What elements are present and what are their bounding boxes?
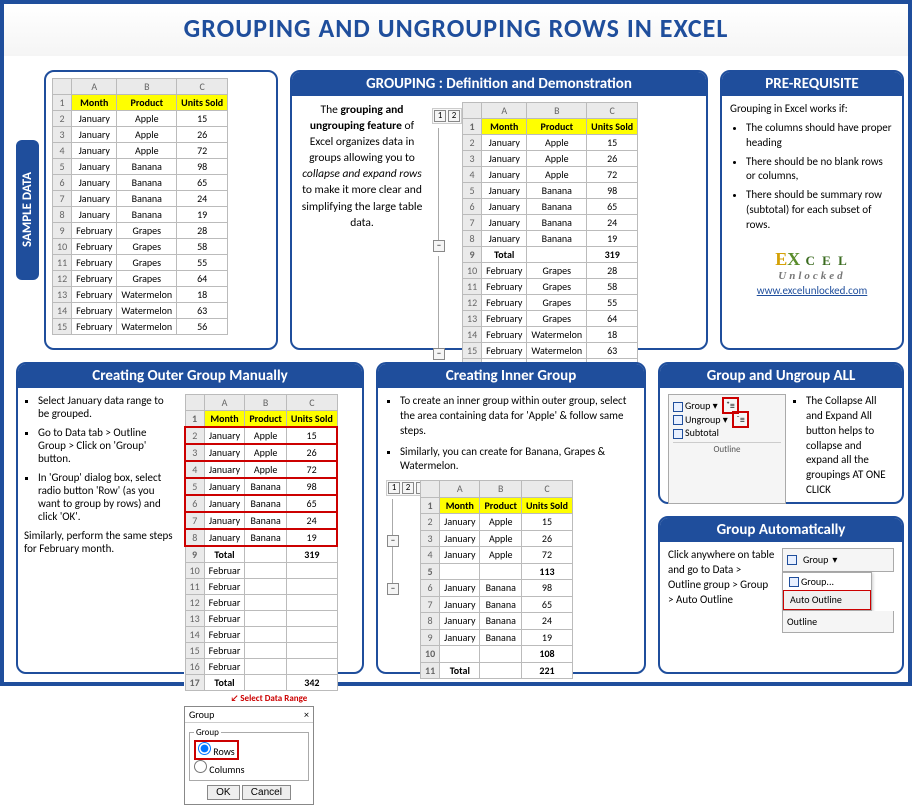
panel-title-outer: Creating Outer Group Manually	[18, 364, 362, 388]
menu-group[interactable]: Group...	[783, 573, 871, 591]
dialog-title: Group	[189, 708, 214, 721]
page-title: GROUPING AND UNGROUPING ROWS IN EXCEL	[4, 12, 908, 44]
select-data-range-note: ↙ Select Data Range	[184, 693, 354, 704]
outer-note: Similarly, perform the same steps for Fe…	[24, 529, 176, 555]
ribbon-section-label: Outline	[673, 442, 781, 456]
panel-title-inner: Creating Inner Group	[378, 364, 644, 388]
prereq-item: There should be summary row (subtotal) f…	[746, 188, 894, 233]
website-link[interactable]: www.excelunlocked.com	[757, 284, 868, 297]
all-desc: The Collapse All and Expand All button h…	[806, 394, 894, 498]
ribbon-ungroup[interactable]: Ungroup	[685, 413, 720, 426]
inner-steps: To create an inner group within outer gr…	[386, 394, 636, 474]
list-item: To create an inner group within outer gr…	[400, 394, 636, 439]
cancel-button[interactable]: Cancel	[242, 785, 291, 800]
outline-collapse-button-2[interactable]: −	[433, 348, 445, 360]
panel-sample-data: ABC1MonthProductUnits Sold2JanuaryApple1…	[44, 70, 278, 350]
menu-auto-outline[interactable]: Auto Outline	[783, 590, 871, 610]
ribbon-subtotal[interactable]: Subtotal	[685, 426, 719, 439]
outer-selection-table: ABC1MonthProductUnits Sold2JanuaryApple1…	[184, 394, 338, 691]
collapse-button[interactable]: −	[387, 535, 399, 547]
auto-desc: Click anywhere on table and go to Data >…	[668, 548, 776, 633]
group-dropdown-button[interactable]: Group ▾	[782, 548, 894, 572]
excel-unlocked-logo: EX C E LUnlocked	[730, 247, 894, 284]
ok-button[interactable]: OK	[207, 785, 239, 800]
list-item: Similarly, you can create for Banana, Gr…	[400, 445, 636, 475]
panel-auto-group: Group Automatically Click anywhere on ta…	[658, 516, 904, 674]
subtotal-icon	[673, 429, 683, 439]
prereq-intro: Grouping in Excel works if:	[730, 102, 894, 117]
list-item: In 'Group' dialog box, select radio butt…	[38, 471, 176, 523]
panel-title-grouping: GROUPING : Definition and Demonstration	[292, 72, 706, 96]
sample-table: ABC1MonthProductUnits Sold2JanuaryApple1…	[52, 78, 228, 335]
hide-detail-icon[interactable]: ⁻≡	[732, 411, 749, 428]
group-icon	[673, 402, 683, 412]
chevron-down-icon: ▾	[832, 553, 837, 567]
collapse-button[interactable]: −	[387, 583, 399, 595]
prereq-item: The columns should have proper heading	[746, 121, 894, 151]
prereq-item: There should be no blank rows or columns…	[746, 155, 894, 185]
panel-outer-group: Creating Outer Group Manually Select Jan…	[16, 362, 364, 674]
grouping-demo-table: ABC1MonthProductUnits Sold2JanuaryApple1…	[462, 102, 638, 391]
panel-title-auto: Group Automatically	[660, 518, 902, 542]
grouping-desc: The grouping and ungrouping feature of E…	[298, 102, 426, 391]
panel-group-all: Group and Ungroup ALL Group ▾ ⁺≡ Ungroup…	[658, 362, 904, 504]
outline-collapse-button[interactable]: −	[433, 240, 445, 252]
panel-prerequisite: PRE-REQUISITE Grouping in Excel works if…	[720, 70, 904, 350]
prereq-list: The columns should have proper heading T…	[730, 121, 894, 233]
close-icon[interactable]: ×	[304, 708, 309, 721]
group-dropdown-menu: Group... Auto Outline	[782, 572, 872, 611]
list-item: Go to Data tab > Outline Group > Click o…	[38, 426, 176, 465]
panel-title-prereq: PRE-REQUISITE	[722, 72, 902, 96]
list-item: Select January data range to be grouped.	[38, 394, 176, 420]
sample-data-label: SAMPLE DATA	[16, 140, 39, 280]
panel-title-all: Group and Ungroup ALL	[660, 364, 902, 388]
panel-grouping-definition: GROUPING : Definition and Demonstration …	[290, 70, 708, 350]
dialog-legend: Group	[194, 727, 221, 738]
ungroup-icon	[673, 415, 683, 425]
page-title-bar: GROUPING AND UNGROUPING ROWS IN EXCEL	[4, 4, 908, 56]
outline-ribbon: Group ▾ ⁺≡ Ungroup ▾ ⁻≡ Subtotal Outline	[668, 394, 786, 504]
inner-group-table: ABC1MonthProductUnits Sold2JanuaryApple1…	[420, 480, 573, 679]
outline-level-controls[interactable]: 12	[432, 108, 462, 124]
ribbon-section-label: Outline	[782, 611, 894, 634]
group-icon	[787, 555, 797, 565]
panel-inner-group: Creating Inner Group To create an inner …	[376, 362, 646, 674]
ribbon-group[interactable]: Group	[685, 399, 710, 412]
radio-columns[interactable]: Columns	[194, 760, 304, 776]
outer-steps: Select January data range to be grouped.…	[24, 394, 176, 523]
group-dialog: Group × Group Rows Columns OK Cancel	[184, 706, 314, 805]
radio-rows[interactable]: Rows	[194, 740, 239, 760]
